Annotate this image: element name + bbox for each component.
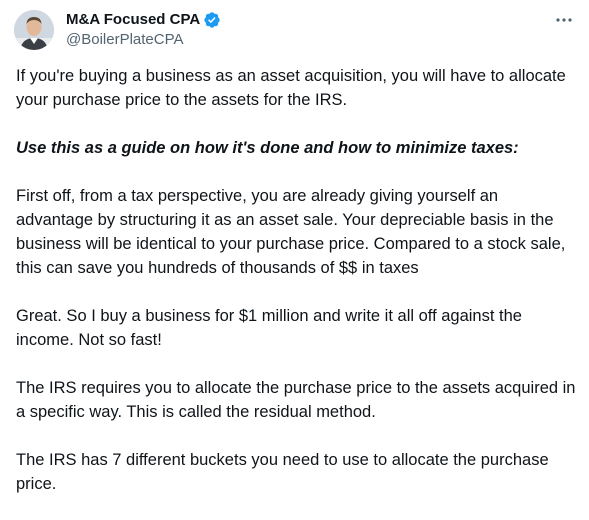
tweet-paragraph: First off, from a tax perspective, you a… — [16, 187, 566, 277]
author-block: M&A Focused CPA @BoilerPlateCPA — [66, 10, 221, 50]
tweet-body: If you're buying a business as an asset … — [16, 64, 576, 520]
verified-badge-icon[interactable] — [203, 11, 221, 29]
tweet-paragraph: The IRS requires you to allocate the pur… — [16, 379, 576, 421]
avatar-image — [14, 10, 54, 50]
tweet-paragraph: If you're buying a business as an asset … — [16, 67, 566, 109]
more-options-button[interactable] — [553, 10, 575, 30]
tweet-paragraph: The IRS has 7 different buckets you need… — [16, 451, 549, 493]
name-row: M&A Focused CPA — [66, 10, 221, 30]
tweet: M&A Focused CPA @BoilerPlateCPA If you'r… — [0, 0, 589, 502]
tweet-paragraph-emphasis: Use this as a guide on how it's done and… — [16, 139, 519, 157]
display-name[interactable]: M&A Focused CPA — [66, 10, 200, 30]
tweet-paragraph: Great. So I buy a business for $1 millio… — [16, 307, 522, 349]
user-handle[interactable]: @BoilerPlateCPA — [66, 30, 221, 50]
avatar[interactable] — [14, 10, 54, 50]
more-horizontal-icon — [556, 18, 572, 22]
